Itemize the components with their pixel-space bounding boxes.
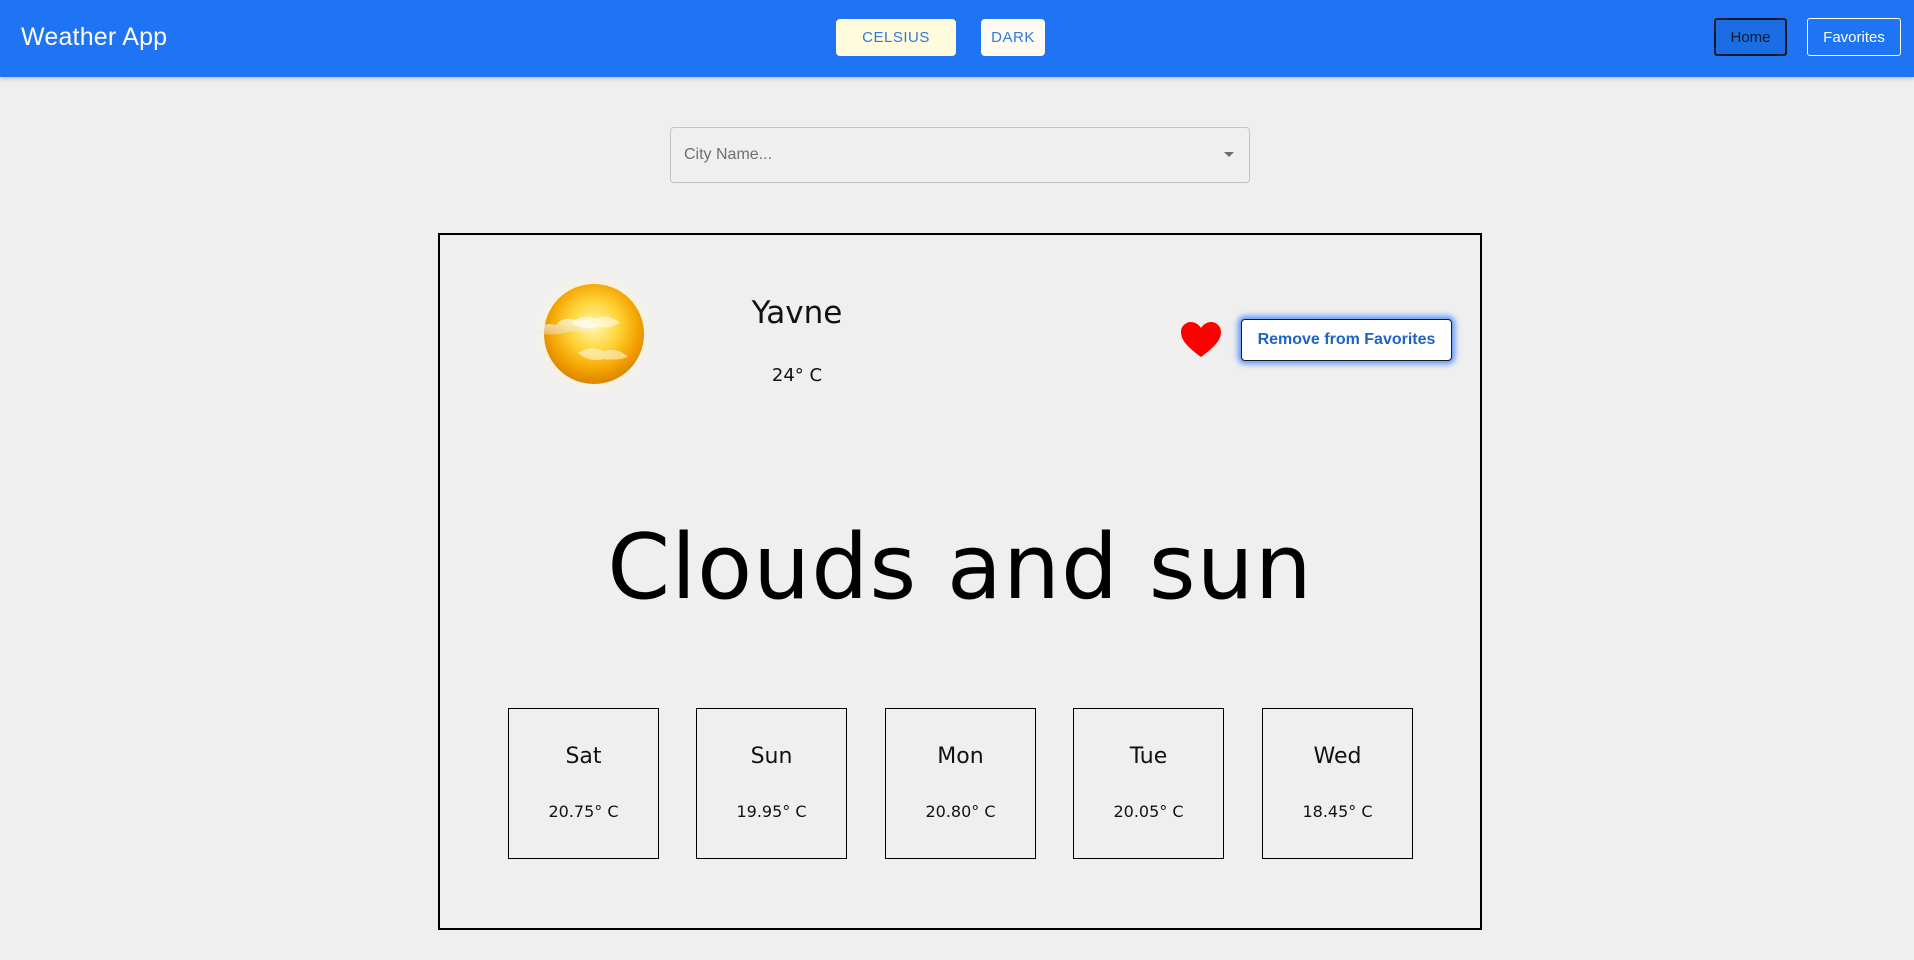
nav-favorites-button[interactable]: Favorites <box>1807 18 1901 56</box>
city-search-select[interactable] <box>670 127 1250 183</box>
heart-icon[interactable] <box>1180 321 1222 359</box>
sun-with-clouds-icon <box>530 271 658 397</box>
city-search-input[interactable] <box>671 128 1211 182</box>
forecast-temp: 20.80° C <box>925 802 996 821</box>
forecast-day-card: Sun 19.95° C <box>696 708 847 859</box>
weather-card: Yavne 24° C Remove from Favorites Clouds… <box>438 233 1482 930</box>
city-name: Yavne <box>751 295 843 331</box>
forecast-day: Sat <box>565 744 602 769</box>
forecast-day: Sun <box>750 744 793 769</box>
app-title: Weather App <box>21 23 168 51</box>
forecast-day-card: Sat 20.75° C <box>508 708 659 859</box>
dropdown-arrow-icon[interactable] <box>1224 152 1234 157</box>
nav-home-button[interactable]: Home <box>1714 18 1787 56</box>
forecast-day: Mon <box>937 744 984 769</box>
units-toggle-button[interactable]: CELSIUS <box>836 19 956 56</box>
forecast-day-card: Tue 20.05° C <box>1073 708 1224 859</box>
forecast-day: Tue <box>1129 744 1168 769</box>
forecast-day: Wed <box>1313 744 1362 769</box>
forecast-day-card: Mon 20.80° C <box>885 708 1036 859</box>
forecast-list: Sat 20.75° C Sun 19.95° C Mon 20.80° C T… <box>508 708 1418 860</box>
weather-condition: Clouds and sun <box>607 515 1313 620</box>
forecast-temp: 19.95° C <box>736 802 807 821</box>
current-temperature: 24° C <box>771 365 823 386</box>
theme-toggle-button[interactable]: DARK <box>981 19 1045 56</box>
forecast-temp: 18.45° C <box>1302 802 1373 821</box>
remove-from-favorites-button[interactable]: Remove from Favorites <box>1241 319 1452 361</box>
app-bar: Weather App CELSIUS DARK Home Favorites <box>0 0 1914 77</box>
forecast-temp: 20.05° C <box>1113 802 1184 821</box>
forecast-temp: 20.75° C <box>548 802 619 821</box>
forecast-day-card: Wed 18.45° C <box>1262 708 1413 859</box>
